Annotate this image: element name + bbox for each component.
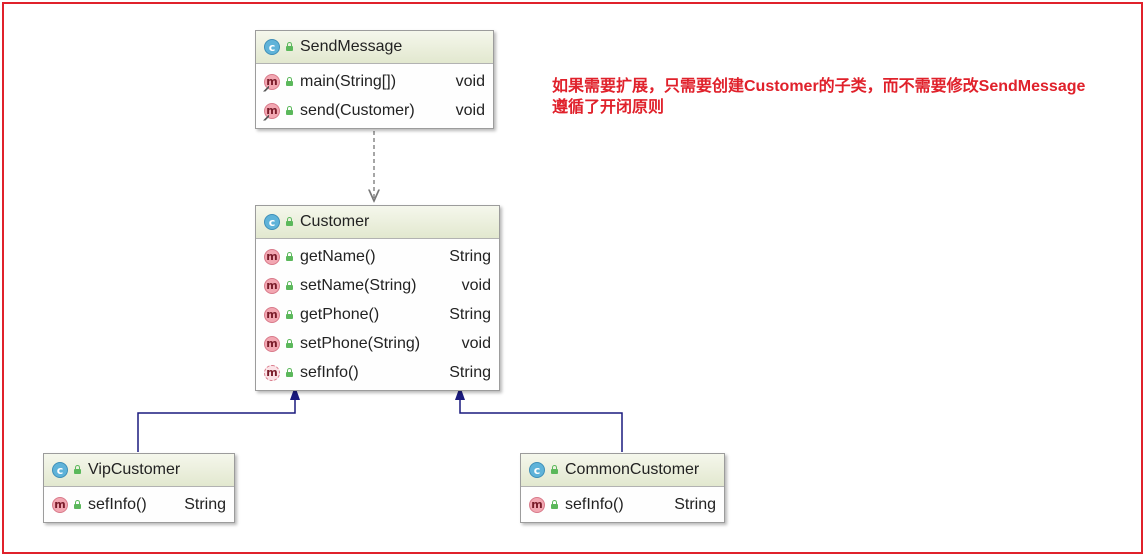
return-type: void [455,101,485,119]
return-type: void [455,72,485,90]
class-icon: c [264,39,280,55]
method-icon: m [52,496,68,513]
inheritance-line-commoncustomer [459,398,623,452]
method-icon: m [264,335,280,352]
class-header[interactable]: c VipCustomer [44,454,234,487]
member-list: m getName() String m setName(String) void m get… [256,239,499,390]
public-lock-icon [285,338,294,348]
class-icon: c [52,462,68,478]
method-signature: send(Customer) [300,101,415,119]
method-icon: m [264,248,280,265]
return-type: String [449,247,491,265]
method-icon: m [264,277,280,294]
method-signature: getName() [300,247,376,265]
class-name: Customer [300,213,370,230]
method-row[interactable]: m getPhone() String [256,300,499,329]
public-lock-icon [285,280,294,290]
class-customer[interactable]: c Customer m getName() String m setName(String… [255,205,500,391]
public-lock-icon [285,42,294,51]
class-commoncustomer[interactable]: c CommonCustomer m sefInfo() String [520,453,725,523]
public-lock-icon [285,309,294,319]
public-lock-icon [550,499,559,509]
method-icon: m [264,306,280,323]
class-icon: c [264,214,280,230]
method-signature: sefInfo() [565,495,624,513]
method-icon: m [264,102,280,119]
public-lock-icon [550,465,559,474]
return-type: String [184,495,226,513]
member-list: m main(String[]) void m send(Customer) void [256,64,493,128]
method-signature: sefInfo() [300,363,359,381]
class-header[interactable]: c CommonCustomer [521,454,724,487]
class-name: VipCustomer [88,461,181,478]
public-lock-icon [285,367,294,377]
method-signature: setName(String) [300,276,417,294]
method-signature: setPhone(String) [300,334,421,352]
method-row[interactable]: m setPhone(String) void [256,329,499,358]
method-icon: m [529,496,545,513]
member-list: m sefInfo() String [521,487,724,522]
public-lock-icon [285,251,294,261]
method-signature: sefInfo() [88,495,147,513]
method-row[interactable]: m send(Customer) void [256,96,493,125]
class-header[interactable]: c SendMessage [256,31,493,64]
public-lock-icon [285,217,294,226]
class-vipcustomer[interactable]: c VipCustomer m sefInfo() String [43,453,235,523]
method-icon: m [264,364,280,381]
class-name: CommonCustomer [565,461,700,478]
return-type: String [449,305,491,323]
class-icon: c [529,462,545,478]
annotation-note: 如果需要扩展，只需要创建Customer的子类，而不需要修改SendMessag… [552,76,1085,118]
member-list: m sefInfo() String [44,487,234,522]
class-header[interactable]: c Customer [256,206,499,239]
method-icon: m [264,73,280,90]
return-type: String [674,495,716,513]
public-lock-icon [73,499,82,509]
method-row[interactable]: m getName() String [256,242,499,271]
method-row[interactable]: m main(String[]) void [256,67,493,96]
method-row[interactable]: m sefInfo() String [44,490,234,519]
public-lock-icon [285,105,294,115]
class-sendmessage[interactable]: c SendMessage m main(String[]) void m send(Cus… [255,30,494,129]
class-name: SendMessage [300,38,403,55]
inheritance-line-vipcustomer [137,398,296,452]
return-type: void [461,334,491,352]
method-signature: main(String[]) [300,72,397,90]
note-line-1: 如果需要扩展，只需要创建Customer的子类，而不需要修改SendMessag… [552,78,1086,95]
method-row[interactable]: m setName(String) void [256,271,499,300]
return-type: void [461,276,491,294]
return-type: String [449,363,491,381]
public-lock-icon [73,465,82,474]
note-line-2: 遵循了开闭原则 [552,99,665,116]
method-row[interactable]: m sefInfo() String [256,358,499,387]
public-lock-icon [285,76,294,86]
method-row[interactable]: m sefInfo() String [521,490,724,519]
method-signature: getPhone() [300,305,380,323]
